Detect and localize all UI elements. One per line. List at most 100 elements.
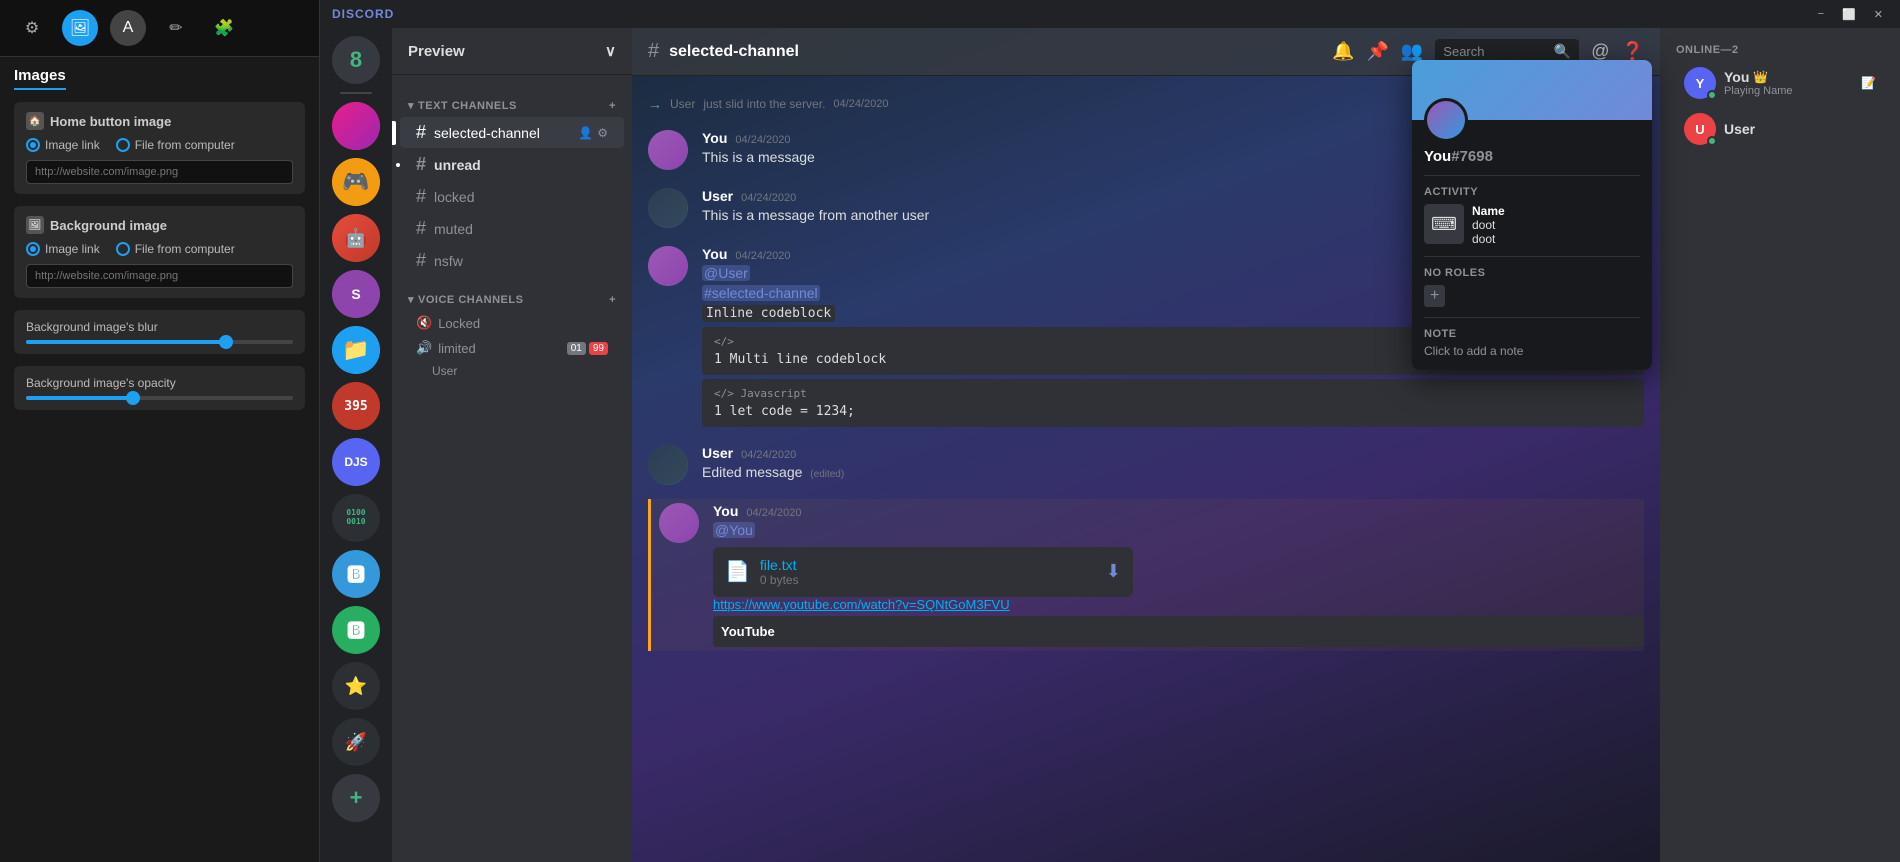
voice-user-item: User	[392, 361, 632, 381]
server-icon-6[interactable]: 395	[332, 382, 380, 430]
avatar-you-2	[648, 246, 688, 286]
user-item-you[interactable]: Y You 👑 Playing Name 📝	[1668, 61, 1892, 105]
at-icon[interactable]: @	[1591, 41, 1609, 62]
channel-item-selected[interactable]: # selected-channel 👤 ⚙	[400, 117, 624, 148]
pin-icon[interactable]: 📌	[1366, 41, 1388, 62]
pen-icon[interactable]: ✏	[158, 10, 194, 46]
add-voice-channel-icon[interactable]: +	[609, 294, 616, 306]
channel-item-muted[interactable]: # muted	[400, 213, 624, 244]
radio-dot-empty	[116, 138, 130, 152]
user-avatar-you: Y	[1684, 67, 1716, 99]
avatar-user-1	[648, 188, 688, 228]
maximize-button[interactable]: ⬜	[1837, 6, 1861, 23]
bg-image-link-radio[interactable]: Image link	[26, 242, 100, 256]
download-icon[interactable]: ⬇	[1106, 561, 1121, 582]
message-header-user-2: User 04/24/2020	[702, 445, 1644, 461]
opacity-fill	[26, 396, 133, 400]
server-icon-12[interactable]: 🚀	[332, 718, 380, 766]
close-button[interactable]: ✕	[1869, 6, 1888, 23]
search-icon: 🔍	[1554, 43, 1571, 60]
people-icon[interactable]: 👤	[578, 126, 593, 140]
server-icon-5[interactable]: 📁	[332, 326, 380, 374]
voice-channel-limited[interactable]: 🔊 limited 01 99	[400, 336, 624, 360]
settings-icon[interactable]: ⚙	[597, 126, 608, 140]
home-button-image-title: 🏠 Home button image	[26, 112, 293, 130]
channel-item-nsfw[interactable]: # nsfw	[400, 245, 624, 276]
hash-icon: #	[648, 40, 659, 63]
message-header-you-3: You 04/24/2020	[713, 503, 1644, 519]
speaker-icon: 🔊	[416, 340, 432, 356]
radio-dot-bg-selected	[26, 242, 40, 256]
server-icon-8[interactable]: 01000010	[332, 494, 380, 542]
server-divider	[340, 92, 372, 94]
text-channels-category[interactable]: ▾ TEXT CHANNELS +	[392, 83, 632, 116]
youtube-link[interactable]: https://www.youtube.com/watch?v=SQNtGoM3…	[713, 597, 1644, 612]
channel-list: ▾ TEXT CHANNELS + # selected-channel 👤 ⚙…	[392, 75, 632, 862]
bg-file-radio[interactable]: File from computer	[116, 242, 235, 256]
search-input[interactable]	[1443, 44, 1548, 59]
home-image-link-radio[interactable]: Image link	[26, 138, 100, 152]
file-attachment: 📄 file.txt 0 bytes ⬇	[713, 547, 1133, 597]
gear-icon[interactable]: ⚙	[14, 10, 50, 46]
you-activity: Playing Name	[1724, 85, 1792, 97]
server-icon-main[interactable]: 8	[332, 36, 380, 84]
user-avatar-user: U	[1684, 113, 1716, 145]
server-icon-1[interactable]	[332, 102, 380, 150]
voice-channel-locked[interactable]: 🔇 Locked	[400, 311, 624, 335]
edited-tag: (edited)	[810, 469, 844, 480]
text-icon[interactable]: A	[110, 10, 146, 46]
background-image-block: 🖼 Background image Image link File from …	[14, 206, 305, 298]
channel-sidebar: Preview ∨ ▾ TEXT CHANNELS + # selected-c…	[392, 28, 632, 862]
add-server-button[interactable]: +	[332, 774, 380, 822]
blur-slider-track[interactable]	[26, 340, 293, 344]
arrow-icon: →	[648, 96, 662, 112]
home-image-radio-group: Image link File from computer	[26, 138, 293, 152]
server-icon-4[interactable]: S	[332, 270, 380, 318]
opacity-slider-track[interactable]	[26, 396, 293, 400]
toolbar: ⚙ 🖼 A ✏ 🧩	[0, 0, 319, 57]
radio-dot-selected	[26, 138, 40, 152]
home-image-url-input[interactable]	[26, 160, 293, 184]
discord-app: DISCORD − ⬜ ✕ 8 🎮 🤖 S 📁	[320, 0, 1900, 862]
voice-channels-category[interactable]: ▾ VOICE CHANNELS +	[392, 277, 632, 310]
note-icon: 📝	[1861, 76, 1876, 90]
user-info-you: You 👑 Playing Name	[1724, 69, 1792, 97]
blur-label: Background image's blur	[26, 320, 293, 334]
left-panel-content: Images 🏠 Home button image Image link Fi…	[0, 57, 319, 862]
help-icon[interactable]: ❓	[1622, 41, 1644, 62]
channel-item-locked[interactable]: # locked	[400, 181, 624, 212]
add-channel-icon[interactable]: +	[609, 100, 616, 112]
you-name: You	[1724, 69, 1749, 85]
image-icon[interactable]: 🖼	[62, 10, 98, 46]
discord-titlebar: DISCORD − ⬜ ✕	[320, 0, 1900, 28]
inline-code: Inline codeblock	[702, 305, 835, 322]
crown-icon: 👑	[1753, 70, 1768, 84]
home-file-radio[interactable]: File from computer	[116, 138, 235, 152]
channel-item-unread[interactable]: # unread	[400, 149, 624, 180]
minimize-button[interactable]: −	[1813, 6, 1829, 23]
blur-fill	[26, 340, 226, 344]
avatar-you-3	[659, 503, 699, 543]
opacity-thumb[interactable]	[126, 391, 140, 405]
blur-thumb[interactable]	[219, 335, 233, 349]
server-header[interactable]: Preview ∨	[392, 28, 632, 75]
left-panel: ⚙ 🖼 A ✏ 🧩 Images 🏠 Home button image Ima…	[0, 0, 320, 862]
user-panel: ONLINE—2 Y You 👑 Playing Name 📝	[1660, 28, 1900, 862]
discord-brand: DISCORD	[332, 7, 394, 21]
user-item-user[interactable]: U User	[1668, 107, 1892, 151]
server-icon-10[interactable]: 🅱	[332, 606, 380, 654]
server-icon-11[interactable]: ⭐	[332, 662, 380, 710]
puzzle-icon[interactable]: 🧩	[206, 10, 242, 46]
server-icon-3[interactable]: 🤖	[332, 214, 380, 262]
server-icon-2[interactable]: 🎮	[332, 158, 380, 206]
members-icon[interactable]: 👥	[1401, 41, 1423, 62]
attachment-info: file.txt 0 bytes	[760, 557, 1096, 587]
user-status-dot	[1707, 136, 1717, 146]
voice-badge-1: 01	[567, 342, 586, 355]
bell-icon[interactable]: 🔔	[1332, 41, 1354, 62]
server-icon-9[interactable]: 🅱	[332, 550, 380, 598]
voice-badge-2: 99	[589, 342, 608, 355]
server-icon-7[interactable]: DJS	[332, 438, 380, 486]
bg-image-url-input[interactable]	[26, 264, 293, 288]
self-mention: @You	[713, 522, 755, 538]
